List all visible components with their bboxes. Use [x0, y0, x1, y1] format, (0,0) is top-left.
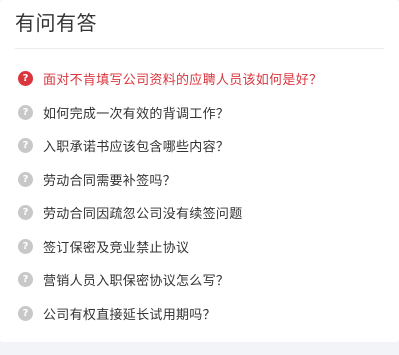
question-circle-icon: ? [18, 71, 33, 87]
question-text[interactable]: 公司有权直接延长试用期吗？ [43, 304, 216, 323]
question-list: ? 面对不肯填写公司资料的应聘人员该如何是好？ ? 如何完成一次有效的背调工作？… [18, 62, 388, 330]
question-text[interactable]: 劳动合同因疏忽公司没有续签问题 [43, 203, 243, 222]
question-item[interactable]: ? 入职承诺书应该包含哪些内容？ [18, 129, 388, 163]
question-item[interactable]: ? 如何完成一次有效的背调工作？ [18, 96, 388, 130]
question-item[interactable]: ? 公司有权直接延长试用期吗？ [18, 297, 388, 331]
question-text[interactable]: 劳动合同需要补签吗？ [43, 170, 176, 189]
question-item[interactable]: ? 面对不肯填写公司资料的应聘人员该如何是好？ [18, 62, 388, 96]
question-text[interactable]: 签订保密及竞业禁止协议 [43, 237, 189, 256]
question-item[interactable]: ? 签订保密及竞业禁止协议 [18, 230, 388, 264]
question-text[interactable]: 入职承诺书应该包含哪些内容？ [43, 136, 229, 155]
question-circle-icon: ? [18, 171, 33, 187]
question-circle-icon: ? [18, 138, 33, 154]
question-item[interactable]: ? 劳动合同因疏忽公司没有续签问题 [18, 196, 388, 230]
panel-title: 有问有答 [15, 11, 97, 35]
question-circle-icon: ? [18, 272, 33, 288]
question-text[interactable]: 营销人员入职保密协议怎么写？ [43, 270, 229, 289]
question-circle-icon: ? [18, 104, 33, 120]
qa-panel: 有问有答 ? 面对不肯填写公司资料的应聘人员该如何是好？ ? 如何完成一次有效的… [0, 0, 399, 342]
question-circle-icon: ? [18, 305, 33, 321]
question-text[interactable]: 如何完成一次有效的背调工作？ [43, 103, 229, 122]
question-item[interactable]: ? 劳动合同需要补签吗？ [18, 163, 388, 197]
question-item[interactable]: ? 营销人员入职保密协议怎么写？ [18, 263, 388, 297]
question-circle-icon: ? [18, 238, 33, 254]
question-circle-icon: ? [18, 205, 33, 221]
title-divider [15, 48, 384, 49]
question-text[interactable]: 面对不肯填写公司资料的应聘人员该如何是好？ [43, 69, 322, 88]
